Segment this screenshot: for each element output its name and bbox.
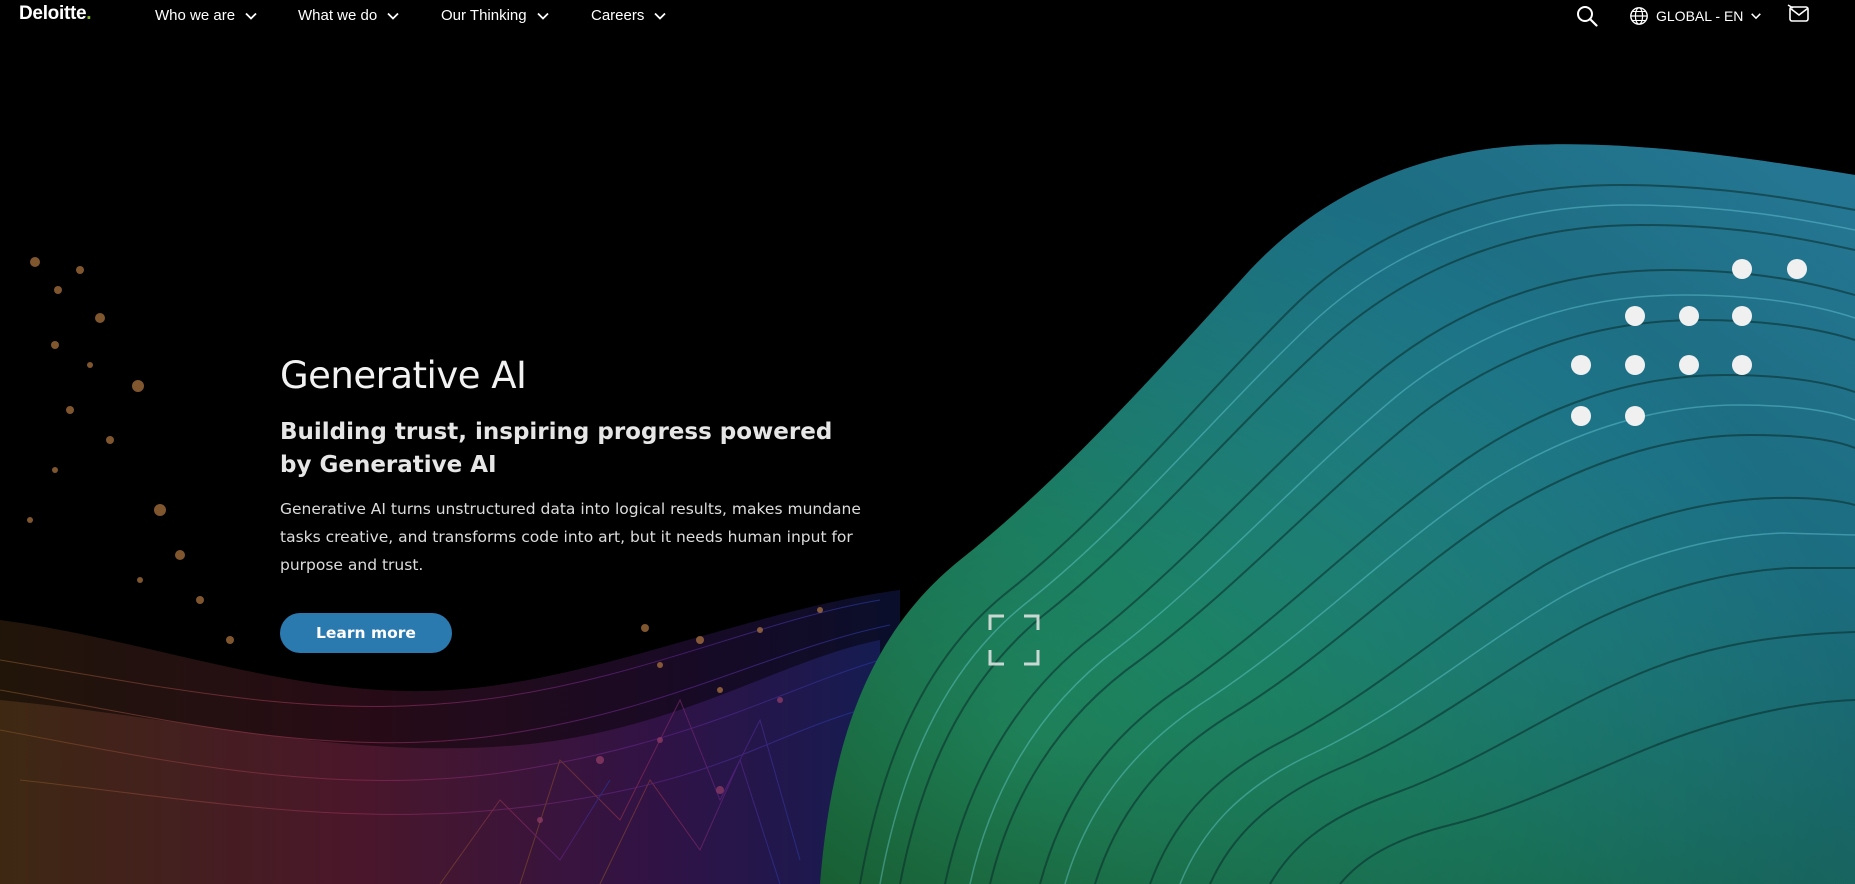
nav-item-label: Who we are xyxy=(155,7,236,24)
nav-item-careers[interactable]: Careers xyxy=(591,7,667,24)
top-navigation: Deloitte. Who we are What we do Our Thin… xyxy=(0,0,1855,32)
chevron-down-icon xyxy=(654,12,666,20)
hero-section: Generative AI Building trust, inspiring … xyxy=(280,352,900,653)
deloitte-logo[interactable]: Deloitte. xyxy=(19,3,92,25)
nav-item-label: What we do xyxy=(298,7,378,24)
chevron-down-icon xyxy=(536,12,549,20)
hero-background-art xyxy=(0,144,1855,884)
nav-item-who-we-are[interactable]: Who we are xyxy=(155,7,258,24)
hero-body-text: Generative AI turns unstructured data in… xyxy=(280,500,861,574)
nav-item-our-thinking[interactable]: Our Thinking xyxy=(441,7,550,24)
logo-dot: . xyxy=(86,3,92,24)
language-selector[interactable]: GLOBAL - EN xyxy=(1629,6,1762,26)
nav-item-label: Careers xyxy=(591,7,645,24)
globe-icon xyxy=(1630,7,1648,25)
language-label: GLOBAL - EN xyxy=(1656,8,1744,24)
learn-more-button[interactable]: Learn more xyxy=(280,613,452,653)
search-icon[interactable] xyxy=(1576,5,1598,27)
hero-title: Generative AI xyxy=(280,354,527,397)
nav-item-what-we-do[interactable]: What we do xyxy=(298,7,400,24)
logo-text: Deloitte xyxy=(19,3,87,24)
flowing-wave-sculpture xyxy=(820,144,1855,884)
chevron-down-icon xyxy=(387,12,399,20)
expand-fullscreen-icon[interactable] xyxy=(988,614,1040,666)
contact-mail-icon[interactable] xyxy=(1787,4,1811,24)
nav-item-label: Our Thinking xyxy=(441,7,527,24)
chevron-down-icon xyxy=(1751,13,1762,20)
hero-subtitle: Building trust, inspiring progress power… xyxy=(280,419,833,478)
page: Deloitte. Who we are What we do Our Thin… xyxy=(0,0,1855,884)
chevron-down-icon xyxy=(245,12,257,20)
